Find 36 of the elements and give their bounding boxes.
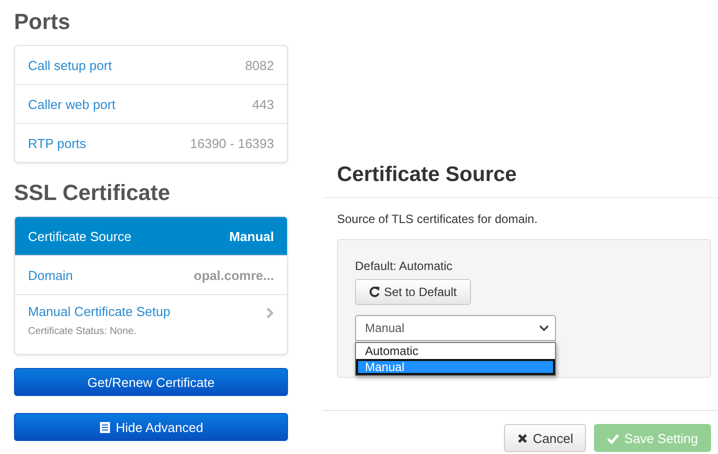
port-label: Call setup port bbox=[28, 58, 112, 72]
setting-value: opal.comre... bbox=[194, 268, 274, 282]
action-button[interactable]: Hide Advanced bbox=[14, 413, 288, 441]
section-heading: Ports bbox=[14, 9, 72, 35]
close-icon bbox=[516, 432, 528, 444]
setting-value: Manual bbox=[229, 228, 274, 244]
dialog-title: Certificate Source bbox=[337, 162, 518, 188]
dropdown-option[interactable]: Manual bbox=[356, 359, 555, 375]
default-text: Default: Automatic bbox=[355, 259, 454, 273]
chevron-down-icon bbox=[539, 324, 549, 332]
port-value: 8082 bbox=[245, 58, 274, 72]
status-note: Certificate Status: None. bbox=[28, 326, 138, 337]
list-icon bbox=[98, 420, 111, 434]
description-text: Source of TLS certificates for domain. bbox=[337, 212, 539, 226]
port-row[interactable]: RTP ports 16390 - 16393 bbox=[15, 123, 287, 162]
setting-row[interactable]: Domain opal.comre... bbox=[15, 255, 287, 294]
action-button[interactable]: Get/Renew Certificate bbox=[14, 368, 288, 396]
setting-row[interactable]: Manual Certificate Setup Certificate Status: None. bbox=[15, 294, 287, 354]
setting-label: Certificate Source bbox=[28, 228, 132, 244]
port-row[interactable]: Caller web port 443 bbox=[15, 84, 287, 123]
setting-label: Domain bbox=[28, 268, 73, 282]
select-dropdown[interactable]: Manual bbox=[355, 315, 556, 341]
section-heading: SSL Certificate bbox=[14, 180, 172, 206]
port-label: Caller web port bbox=[28, 96, 116, 112]
set-default-button[interactable]: Set to Default bbox=[355, 279, 471, 305]
port-value: 443 bbox=[252, 96, 274, 112]
setting-row[interactable]: Certificate Source Manual bbox=[15, 217, 287, 255]
cancel-button[interactable]: Cancel bbox=[504, 424, 586, 452]
port-value: 16390 - 16393 bbox=[190, 136, 274, 150]
chevron-right-icon bbox=[266, 307, 274, 319]
refresh-icon bbox=[369, 286, 380, 298]
setting-label: Manual Certificate Setup bbox=[28, 304, 170, 319]
port-label: RTP ports bbox=[28, 136, 86, 150]
dropdown-option[interactable]: Automatic bbox=[356, 343, 555, 359]
port-row[interactable]: Call setup port 8082 bbox=[15, 46, 287, 84]
check-icon bbox=[607, 432, 620, 444]
